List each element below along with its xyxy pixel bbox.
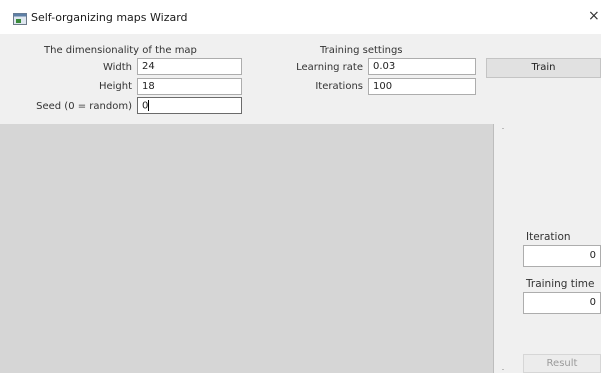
iterations-label: Iterations: [315, 81, 363, 92]
iteration-label: Iteration: [526, 231, 571, 243]
width-label: Width: [102, 62, 132, 73]
canvas-tick-top: [502, 128, 504, 129]
canvas-tick-bottom: [502, 369, 504, 370]
height-label: Height: [98, 81, 132, 92]
training-time-label: Training time: [526, 278, 595, 290]
training-settings-heading: Training settings: [320, 45, 403, 56]
map-dimensionality-heading: The dimensionality of the map: [44, 45, 197, 56]
learning-rate-label: Learning rate: [296, 62, 363, 73]
seed-field[interactable]: 0: [137, 97, 242, 114]
text-caret: [148, 100, 150, 111]
iteration-value: 0: [523, 245, 601, 267]
close-button[interactable]: ×: [588, 8, 600, 24]
iterations-field[interactable]: 100: [368, 78, 476, 95]
result-button[interactable]: Result: [523, 354, 601, 373]
train-button[interactable]: Train: [486, 58, 601, 78]
training-time-value: 0: [523, 292, 601, 314]
width-field[interactable]: 24: [137, 58, 242, 75]
learning-rate-field[interactable]: 0.03: [368, 58, 476, 75]
map-canvas: [0, 124, 494, 373]
app-window-icon: [13, 13, 27, 25]
window-title: Self-organizing maps Wizard: [31, 11, 188, 24]
height-field[interactable]: 18: [137, 78, 242, 95]
title-bar: Self-organizing maps Wizard ×: [0, 0, 601, 34]
seed-label: Seed (0 = random): [36, 101, 132, 112]
